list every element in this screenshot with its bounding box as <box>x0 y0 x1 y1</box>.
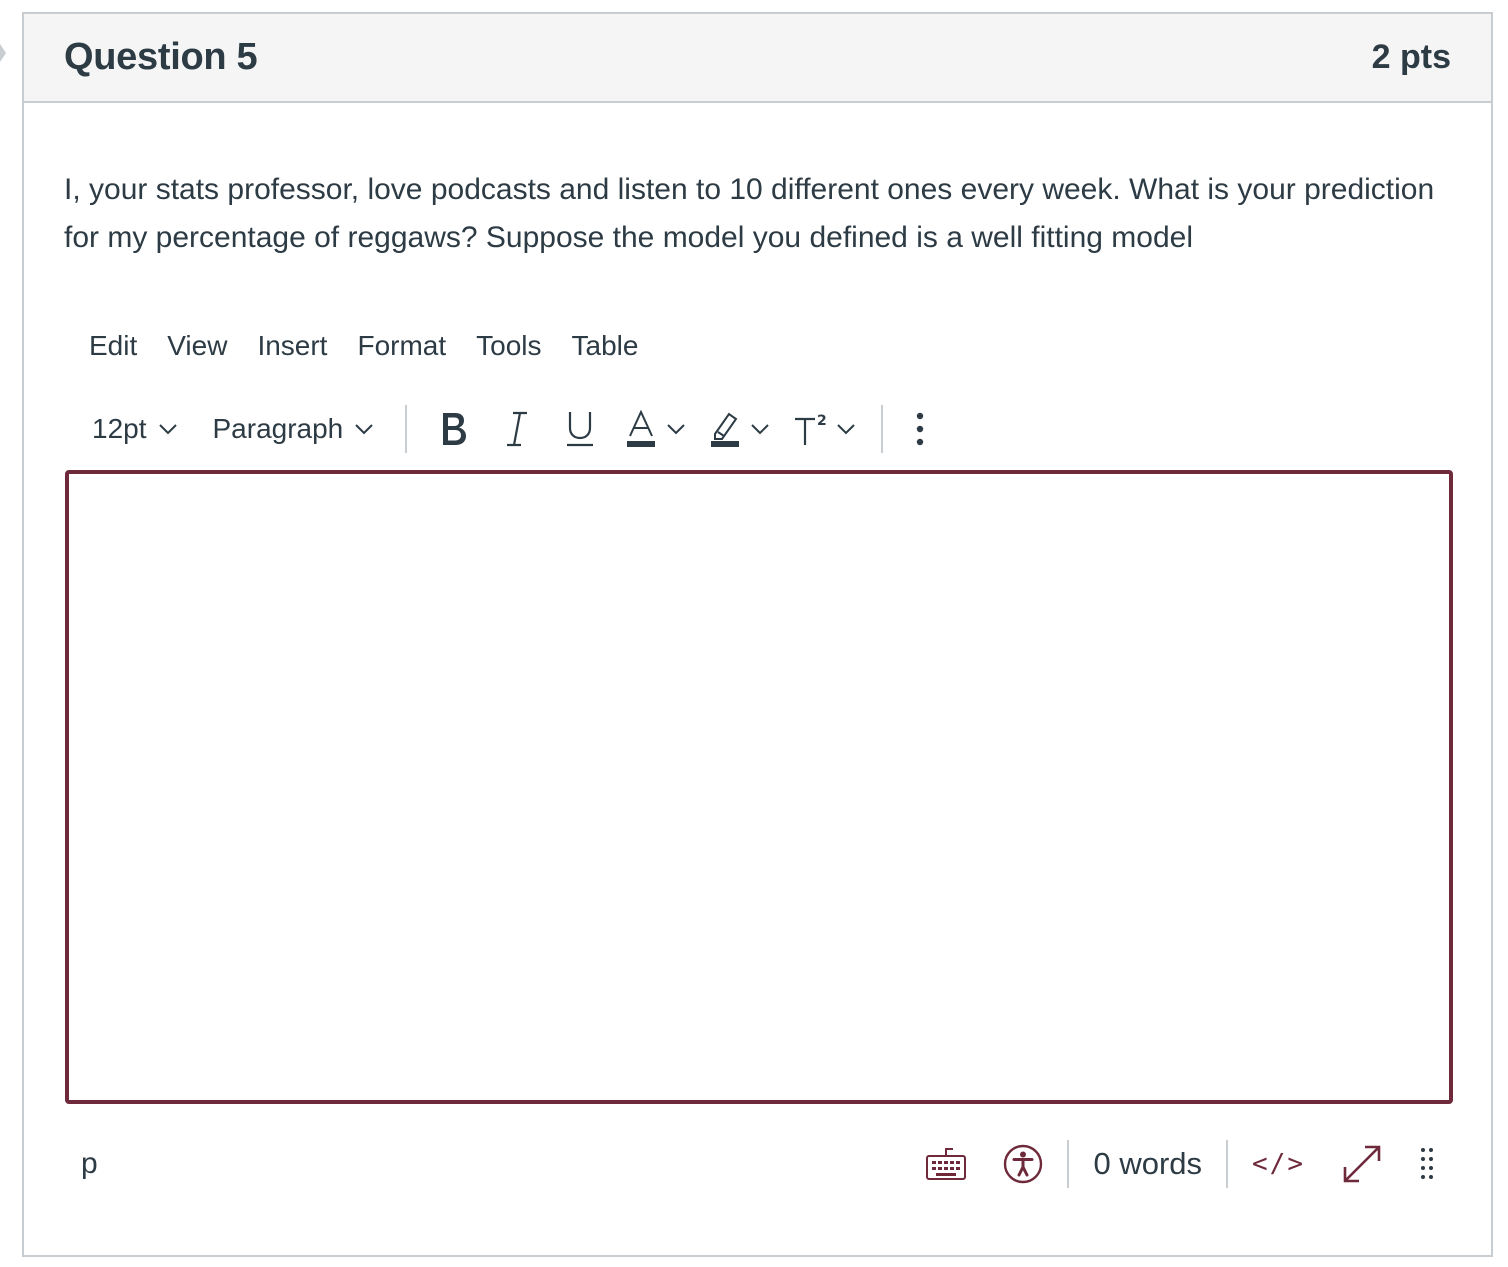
bold-icon <box>443 413 467 445</box>
text-color-icon <box>627 410 656 447</box>
question-card: Question 5 2 pts I, your stats professor… <box>22 12 1493 1257</box>
more-options-icon <box>917 412 924 446</box>
block-format-select[interactable]: Paragraph <box>195 401 392 457</box>
chevron-down-icon <box>355 424 373 435</box>
question-title: Question 5 <box>64 36 258 78</box>
highlight-icon <box>711 412 740 447</box>
accessibility-checker-button[interactable] <box>985 1136 1061 1192</box>
more-options-button[interactable] <box>897 401 943 457</box>
italic-button[interactable] <box>487 401 547 457</box>
html-editor-toggle[interactable]: </> <box>1234 1136 1323 1192</box>
superscript-button[interactable]: 2 <box>781 401 867 457</box>
keyboard-icon <box>926 1148 967 1180</box>
svg-text:2: 2 <box>817 413 827 429</box>
fullscreen-button[interactable] <box>1323 1136 1401 1192</box>
menu-edit[interactable]: Edit <box>74 328 152 364</box>
bold-button[interactable] <box>421 401 487 457</box>
word-count[interactable]: 0 words <box>1075 1146 1220 1182</box>
question-header: Question 5 2 pts <box>24 14 1491 103</box>
resize-handle[interactable] <box>1401 1136 1453 1192</box>
menu-insert[interactable]: Insert <box>242 328 342 364</box>
font-size-select[interactable]: 12pt <box>74 401 195 457</box>
collapse-marker-icon <box>0 44 6 62</box>
menu-table[interactable]: Table <box>557 328 654 364</box>
chevron-down-icon <box>667 424 685 435</box>
question-text: I, your stats professor, love podcasts a… <box>64 173 1435 254</box>
chevron-down-icon <box>158 424 177 435</box>
fullscreen-icon <box>1343 1145 1381 1183</box>
chevron-down-icon <box>751 424 769 435</box>
block-format-value: Paragraph <box>212 413 344 444</box>
rich-text-editor-area[interactable] <box>65 470 1453 1104</box>
html-editor-label: </> <box>1252 1149 1305 1179</box>
element-path[interactable]: p <box>65 1147 98 1181</box>
keyboard-shortcuts-button[interactable] <box>907 1136 985 1192</box>
editor-toolbar: 12pt Paragraph 2 <box>74 399 1034 459</box>
accessibility-icon <box>1004 1144 1043 1184</box>
italic-icon <box>507 411 528 447</box>
menu-view[interactable]: View <box>152 328 242 364</box>
question-points: 2 pts <box>1371 38 1451 76</box>
underline-button[interactable] <box>547 401 613 457</box>
statusbar-actions: 0 words </> <box>907 1136 1453 1192</box>
superscript-icon: 2 <box>795 413 827 445</box>
font-size-value: 12pt <box>92 413 147 444</box>
underline-icon <box>567 412 594 447</box>
editor-statusbar: p 0 words </> <box>65 1136 1453 1192</box>
chevron-down-icon <box>837 424 855 435</box>
statusbar-divider <box>1226 1140 1229 1188</box>
resize-handle-icon <box>1421 1148 1433 1179</box>
menu-tools[interactable]: Tools <box>461 328 556 364</box>
statusbar-divider <box>1067 1140 1070 1188</box>
menu-format[interactable]: Format <box>342 328 461 364</box>
toolbar-divider <box>881 405 884 453</box>
toolbar-divider <box>405 405 408 453</box>
editor-menubar: Edit View Insert Format Tools Table <box>74 328 653 364</box>
highlight-color-button[interactable] <box>697 401 781 457</box>
text-color-button[interactable] <box>613 401 697 457</box>
